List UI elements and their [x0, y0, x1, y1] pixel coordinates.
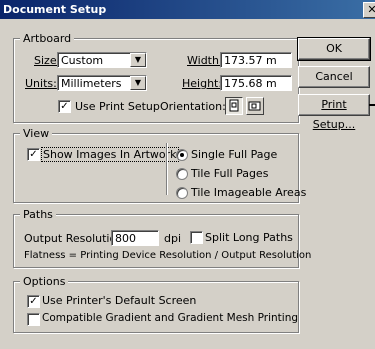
compatible-gradient-checkbox[interactable]: [27, 313, 40, 326]
default-screen-checkbox[interactable]: ✓: [27, 295, 40, 308]
tile-imageable-areas-label[interactable]: Tile Imageable Areas: [191, 186, 306, 199]
artboard-legend: Artboard: [20, 32, 75, 45]
output-resolution-value: 800: [115, 232, 136, 245]
width-label: Width:: [187, 54, 223, 67]
title-bar: Document Setup ✕: [0, 0, 375, 19]
portrait-orientation-button[interactable]: [225, 97, 243, 115]
split-long-paths-label[interactable]: Split Long Paths: [205, 231, 293, 244]
show-images-checkbox[interactable]: ✓: [27, 148, 40, 161]
view-legend: View: [20, 127, 53, 140]
height-label: Height:: [182, 77, 223, 90]
units-label: Units:: [25, 77, 57, 90]
use-print-setup-checkbox[interactable]: ✓: [58, 100, 71, 113]
orientation-label: Orientation:: [160, 100, 226, 113]
show-images-label[interactable]: Show Images In Artwork: [41, 147, 179, 162]
window-title: Document Setup: [3, 3, 107, 16]
view-separator: [166, 143, 168, 195]
paths-legend: Paths: [20, 208, 56, 221]
compatible-gradient-label[interactable]: Compatible Gradient and Gradient Mesh Pr…: [42, 312, 298, 324]
split-long-paths-checkbox[interactable]: [190, 231, 203, 244]
options-group: Options: [13, 275, 299, 333]
width-field[interactable]: 173.57 m: [220, 52, 292, 68]
print-setup-pointer: [369, 104, 375, 106]
output-resolution-field[interactable]: 800: [111, 230, 159, 246]
size-value: Custom: [61, 54, 104, 67]
units-value: Millimeters: [61, 77, 122, 90]
use-print-setup-label[interactable]: Use Print Setup: [75, 100, 160, 113]
tile-imageable-areas-radio[interactable]: [176, 187, 188, 199]
options-legend: Options: [20, 275, 69, 288]
height-field[interactable]: 175.68 m: [220, 75, 292, 91]
default-screen-label[interactable]: Use Printer's Default Screen: [42, 294, 196, 307]
single-full-page-radio[interactable]: [176, 149, 188, 161]
single-full-page-label[interactable]: Single Full Page: [191, 148, 277, 161]
size-select[interactable]: Custom ▼: [57, 52, 147, 68]
chevron-down-icon[interactable]: ▼: [130, 53, 146, 67]
close-button[interactable]: ✕: [363, 2, 375, 18]
height-value: 175.68 m: [224, 77, 277, 90]
ok-button[interactable]: OK: [297, 37, 371, 61]
print-setup-button[interactable]: Print Setup...: [298, 94, 370, 131]
tile-full-pages-radio[interactable]: [176, 168, 188, 180]
dpi-label: dpi: [164, 232, 182, 245]
portrait-icon: [229, 99, 239, 112]
close-icon: ✕: [367, 3, 375, 16]
units-select[interactable]: Millimeters ▼: [57, 75, 147, 91]
chevron-down-icon[interactable]: ▼: [130, 76, 146, 90]
landscape-icon: [248, 101, 261, 111]
cancel-button[interactable]: Cancel: [298, 66, 370, 88]
flatness-text: Flatness = Printing Device Resolution / …: [24, 250, 312, 261]
tile-full-pages-label[interactable]: Tile Full Pages: [191, 167, 268, 180]
width-value: 173.57 m: [224, 54, 277, 67]
landscape-orientation-button[interactable]: [246, 97, 264, 115]
